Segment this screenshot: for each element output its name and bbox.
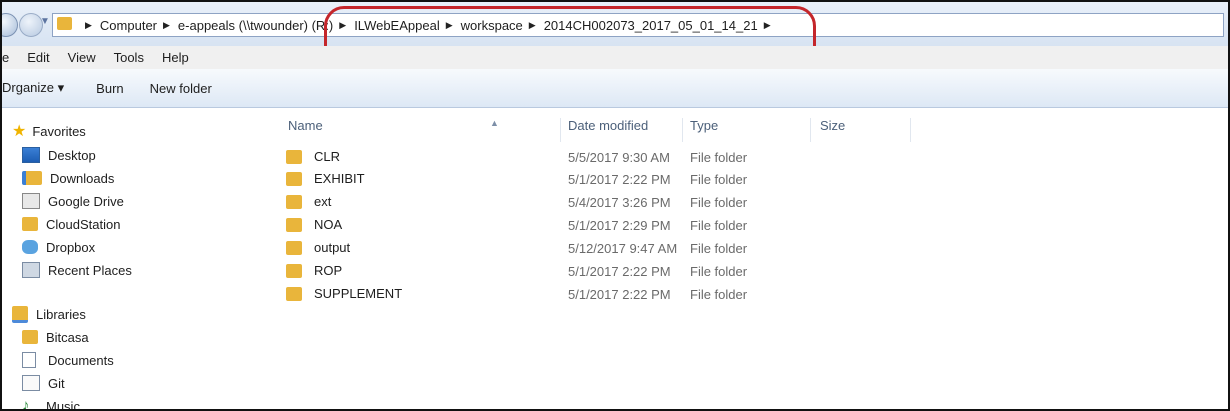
folder-icon xyxy=(286,286,302,301)
file-date: 5/1/2017 2:29 PM xyxy=(568,218,671,233)
column-divider[interactable] xyxy=(560,118,561,142)
breadcrumb-drive[interactable]: e-appeals (\\twounder) (R:) xyxy=(178,18,333,33)
column-header-date-modified[interactable]: Date modified xyxy=(568,118,648,133)
back-button[interactable] xyxy=(2,13,18,37)
file-type: File folder xyxy=(690,195,748,210)
music-icon: ♪ xyxy=(22,397,30,411)
nav-favorites[interactable]: ★ Favorites xyxy=(12,120,86,142)
file-type: File folder xyxy=(690,218,748,233)
nav-item-music[interactable]: ♪ Music xyxy=(22,395,80,411)
chevron-right-icon[interactable]: ▶ xyxy=(339,20,346,31)
folder-icon xyxy=(286,217,302,232)
file-type: File folder xyxy=(690,287,748,302)
navigation-pane: ★ Favorites Desktop Downloads Google Dri… xyxy=(2,108,270,411)
chevron-right-icon[interactable]: ▶ xyxy=(163,20,170,31)
menu-help[interactable]: Help xyxy=(162,50,189,65)
nav-item-recent-places[interactable]: Recent Places xyxy=(22,259,132,281)
nav-item-git[interactable]: Git xyxy=(22,372,65,394)
table-row[interactable]: SUPPLEMENT 5/1/2017 2:22 PM File folder xyxy=(270,283,1228,305)
breadcrumb-workspace[interactable]: workspace xyxy=(461,18,523,33)
organize-button[interactable]: Drganize ▾ xyxy=(2,80,64,96)
folder-icon xyxy=(22,217,38,231)
dropbox-icon xyxy=(22,240,38,254)
nav-item-downloads[interactable]: Downloads xyxy=(22,167,114,189)
recent-places-icon xyxy=(22,262,40,278)
menu-file[interactable]: e xyxy=(2,50,9,65)
folder-icon xyxy=(286,240,302,255)
folder-icon xyxy=(286,149,302,164)
file-type: File folder xyxy=(690,172,748,187)
table-row[interactable]: CLR 5/5/2017 9:30 AM File folder xyxy=(270,146,1228,168)
documents-icon xyxy=(22,352,36,368)
menu-view[interactable]: View xyxy=(68,50,96,65)
file-name: SUPPLEMENT xyxy=(314,286,403,301)
file-name: NOA xyxy=(314,217,343,232)
explorer-window: ▼ ▶ Computer ▶ e-appeals (\\twounder) (R… xyxy=(0,0,1230,411)
file-name: EXHIBIT xyxy=(314,171,365,186)
file-date: 5/5/2017 9:30 AM xyxy=(568,150,670,165)
breadcrumb-current-folder[interactable]: 2014CH002073_2017_05_01_14_21 xyxy=(544,18,758,33)
file-type: File folder xyxy=(690,264,748,279)
desktop-icon xyxy=(22,147,40,163)
file-name: output xyxy=(314,240,351,255)
breadcrumb-computer[interactable]: Computer xyxy=(100,18,157,33)
table-row[interactable]: EXHIBIT 5/1/2017 2:22 PM File folder xyxy=(270,168,1228,190)
nav-item-cloudstation[interactable]: CloudStation xyxy=(22,213,120,235)
nav-libraries[interactable]: Libraries xyxy=(12,303,86,325)
table-row[interactable]: NOA 5/1/2017 2:29 PM File folder xyxy=(270,214,1228,236)
file-date: 5/1/2017 2:22 PM xyxy=(568,264,671,279)
google-drive-icon xyxy=(22,193,40,209)
breadcrumb: ▶ Computer ▶ e-appeals (\\twounder) (R:)… xyxy=(79,14,779,36)
chevron-right-icon[interactable]: ▶ xyxy=(85,20,92,31)
table-row[interactable]: ext 5/4/2017 3:26 PM File folder xyxy=(270,191,1228,213)
star-icon: ★ xyxy=(12,123,27,140)
folder-icon xyxy=(286,171,302,186)
folder-icon xyxy=(57,17,72,30)
sort-ascending-icon: ▲ xyxy=(490,118,499,128)
recent-pages-dropdown-icon[interactable]: ▼ xyxy=(40,16,50,27)
folder-icon xyxy=(286,263,302,278)
file-type: File folder xyxy=(690,241,748,256)
file-name: CLR xyxy=(314,149,341,164)
table-row[interactable]: output 5/12/2017 9:47 AM File folder xyxy=(270,237,1228,259)
burn-button[interactable]: Burn xyxy=(96,81,123,96)
file-date: 5/4/2017 3:26 PM xyxy=(568,195,671,210)
folder-icon xyxy=(22,330,38,344)
new-folder-button[interactable]: New folder xyxy=(150,81,212,96)
address-bar[interactable]: ▶ Computer ▶ e-appeals (\\twounder) (R:)… xyxy=(52,13,1224,37)
folder-icon xyxy=(286,194,302,209)
menu-tools[interactable]: Tools xyxy=(114,50,144,65)
address-row: ▼ ▶ Computer ▶ e-appeals (\\twounder) (R… xyxy=(2,2,1228,73)
column-header-size[interactable]: Size xyxy=(820,118,845,133)
menu-edit[interactable]: Edit xyxy=(27,50,49,65)
column-header-row: Name ▲ Date modified Type Size xyxy=(270,108,1228,142)
downloads-icon xyxy=(22,171,42,185)
nav-item-desktop[interactable]: Desktop xyxy=(22,144,96,166)
column-divider[interactable] xyxy=(810,118,811,142)
chevron-right-icon[interactable]: ▶ xyxy=(446,20,453,31)
nav-item-dropbox[interactable]: Dropbox xyxy=(22,236,95,258)
file-date: 5/1/2017 2:22 PM xyxy=(568,172,671,187)
file-list: Name ▲ Date modified Type Size CLR 5/5/2… xyxy=(270,108,1228,409)
file-name: ROP xyxy=(314,263,343,278)
command-bar: Drganize ▾ Burn New folder xyxy=(2,69,1228,108)
breadcrumb-ilwebeappeal[interactable]: ILWebEAppeal xyxy=(354,18,440,33)
column-divider[interactable] xyxy=(682,118,683,142)
file-name: ext xyxy=(314,194,332,209)
column-header-type[interactable]: Type xyxy=(690,118,718,133)
libraries-icon xyxy=(12,305,28,323)
menu-bar: e Edit View Tools Help xyxy=(2,46,1228,69)
git-icon xyxy=(22,375,40,391)
file-type: File folder xyxy=(690,150,748,165)
chevron-right-icon[interactable]: ▶ xyxy=(529,20,536,31)
column-header-name[interactable]: Name xyxy=(288,118,323,133)
file-date: 5/1/2017 2:22 PM xyxy=(568,287,671,302)
table-row[interactable]: ROP 5/1/2017 2:22 PM File folder xyxy=(270,260,1228,282)
file-date: 5/12/2017 9:47 AM xyxy=(568,241,678,256)
chevron-right-icon[interactable]: ▶ xyxy=(764,20,771,31)
column-divider[interactable] xyxy=(910,118,911,142)
nav-item-google-drive[interactable]: Google Drive xyxy=(22,190,124,212)
nav-item-documents[interactable]: Documents xyxy=(22,349,114,371)
nav-item-bitcasa[interactable]: Bitcasa xyxy=(22,326,89,348)
